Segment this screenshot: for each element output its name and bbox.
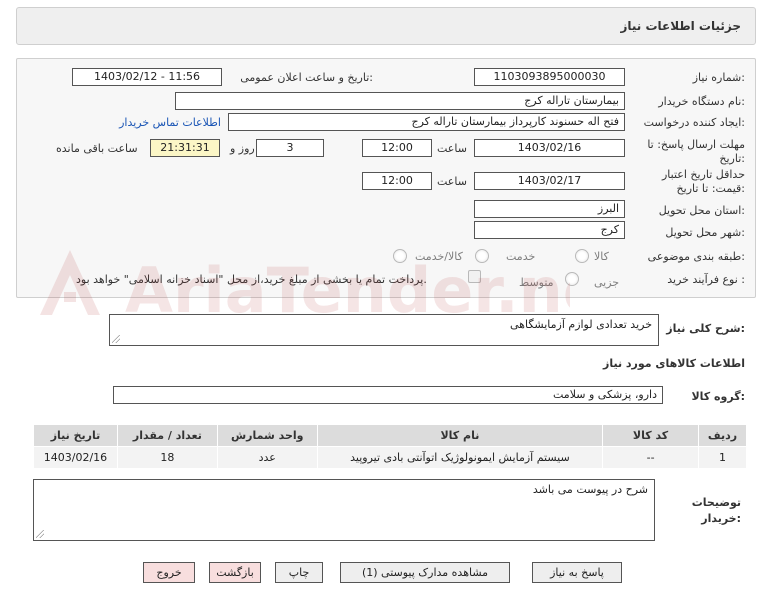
price-validity-time-field[interactable]: 12:00 [362, 172, 432, 190]
treasury-payment-checkbox[interactable] [468, 270, 481, 283]
items-table: تاریخ نیاز تعداد / مقدار واحد شمارش نام … [33, 424, 748, 469]
category-option-both-radio[interactable] [393, 249, 407, 263]
category-option-service-label: خدمت [506, 250, 536, 263]
city-label: شهر محل تحویل: [665, 226, 745, 239]
buyer-org-label: نام دستگاه خریدار: [658, 95, 745, 108]
cell-need-date: 1403/02/16 [33, 446, 118, 469]
buyer-notes-label-2: خریدار: [701, 512, 741, 525]
price-validity-label: حداقل تاریخ اعتبار [661, 168, 745, 181]
goods-group-field[interactable]: دارو، پزشکی و سلامت [113, 386, 663, 404]
print-button[interactable]: چاپ [275, 562, 323, 583]
items-table-header: تاریخ نیاز تعداد / مقدار واحد شمارش نام … [33, 424, 748, 447]
col-item-code: کد کالا [602, 424, 699, 447]
purchase-type-minor-label: جزیی [594, 276, 620, 289]
summary-text: خرید تعدادی لوازم آزمایشگاهی [510, 318, 652, 331]
buyer-notes-text: شرح در پیوست می باشد [532, 483, 648, 496]
days-label: روز و [230, 142, 255, 155]
city-field[interactable]: کرج [474, 221, 625, 239]
purchase-type-medium-label: متوسط [519, 276, 554, 289]
category-option-goods-radio[interactable] [575, 249, 589, 263]
announce-datetime-field[interactable]: 1403/02/12 - 11:56 [72, 68, 222, 86]
time-remaining-field: 21:31:31 [150, 139, 220, 157]
announce-datetime-label: تاریخ و ساعت اعلان عمومی: [240, 71, 373, 84]
time-remaining-label: ساعت باقی مانده [56, 142, 138, 155]
cell-row: 1 [697, 446, 748, 469]
buyer-notes-label: توضیحات [691, 496, 741, 509]
reply-date-field[interactable]: 1403/02/16 [474, 139, 625, 157]
buyer-org-field[interactable]: بیمارستان تاراله کرج [175, 92, 625, 110]
need-number-label: شماره نیاز: [692, 71, 745, 84]
category-option-both-label: کالا/خدمت [415, 250, 463, 263]
reply-deadline-label: مهلت ارسال پاسخ: تا [647, 138, 745, 151]
back-button[interactable]: بازگشت [209, 562, 261, 583]
view-attachments-button[interactable]: مشاهده مدارک پیوستی (1) [340, 562, 510, 583]
province-label: استان محل تحویل: [658, 204, 745, 217]
treasury-payment-note: پرداخت تمام یا بخشی از مبلغ خرید،از محل … [76, 273, 427, 286]
requester-field[interactable]: فتح اله حسنوند کارپرداز بیمارستان تاراله… [228, 113, 625, 131]
purchase-type-label: نوع فرآیند خرید : [667, 273, 745, 286]
price-validity-time-label: ساعت [437, 175, 467, 188]
days-remaining-field[interactable]: 3 [256, 139, 324, 157]
cell-item-name: سیستم آزمایش ایمونولوژیک اتوآنتی بادی تی… [316, 446, 604, 469]
cell-item-code: -- [602, 446, 699, 469]
goods-group-label: گروه کالا: [691, 390, 745, 403]
province-field[interactable]: البرز [474, 200, 625, 218]
summary-field[interactable]: خرید تعدادی لوازم آزمایشگاهی [109, 314, 659, 346]
category-option-service-radio[interactable] [475, 249, 489, 263]
purchase-type-minor-radio[interactable] [565, 272, 579, 286]
goods-section-title: اطلاعات کالاهای مورد نیاز [603, 357, 745, 370]
reply-button[interactable]: پاسخ به نیاز [532, 562, 622, 583]
summary-label: شرح کلی نیاز: [666, 322, 745, 335]
price-validity-date-field[interactable]: 1403/02/17 [474, 172, 625, 190]
col-row: ردیف [697, 424, 748, 447]
requester-label: ایجاد کننده درخواست: [643, 116, 745, 129]
exit-button[interactable]: خروج [143, 562, 195, 583]
buyer-notes-field[interactable]: شرح در پیوست می باشد [33, 479, 655, 541]
cell-quantity: 18 [116, 446, 218, 469]
col-unit: واحد شمارش [216, 424, 318, 447]
col-quantity: تعداد / مقدار [116, 424, 218, 447]
need-number-field[interactable]: 1103093895000030 [474, 68, 625, 86]
reply-time-label: ساعت [437, 142, 467, 155]
col-need-date: تاریخ نیاز [33, 424, 118, 447]
reply-deadline-label-2: تاریخ: [719, 152, 745, 165]
price-validity-label-2: قیمت: تا تاریخ: [676, 182, 745, 195]
cell-unit: عدد [216, 446, 318, 469]
resize-grip-icon[interactable] [112, 335, 120, 343]
col-item-name: نام کالا [316, 424, 604, 447]
page-title: جزئیات اطلاعات نیاز [620, 19, 741, 33]
category-option-goods-label: کالا [594, 250, 609, 263]
resize-grip-icon[interactable] [36, 530, 44, 538]
table-row[interactable]: 1403/02/16 18 عدد سیستم آزمایش ایمونولوژ… [33, 446, 748, 469]
reply-time-field[interactable]: 12:00 [362, 139, 432, 157]
category-label: طبقه بندی موضوعی: [647, 250, 745, 263]
page-header: جزئیات اطلاعات نیاز [16, 7, 756, 45]
buyer-contact-link[interactable]: اطلاعات تماس خریدار [119, 116, 221, 129]
